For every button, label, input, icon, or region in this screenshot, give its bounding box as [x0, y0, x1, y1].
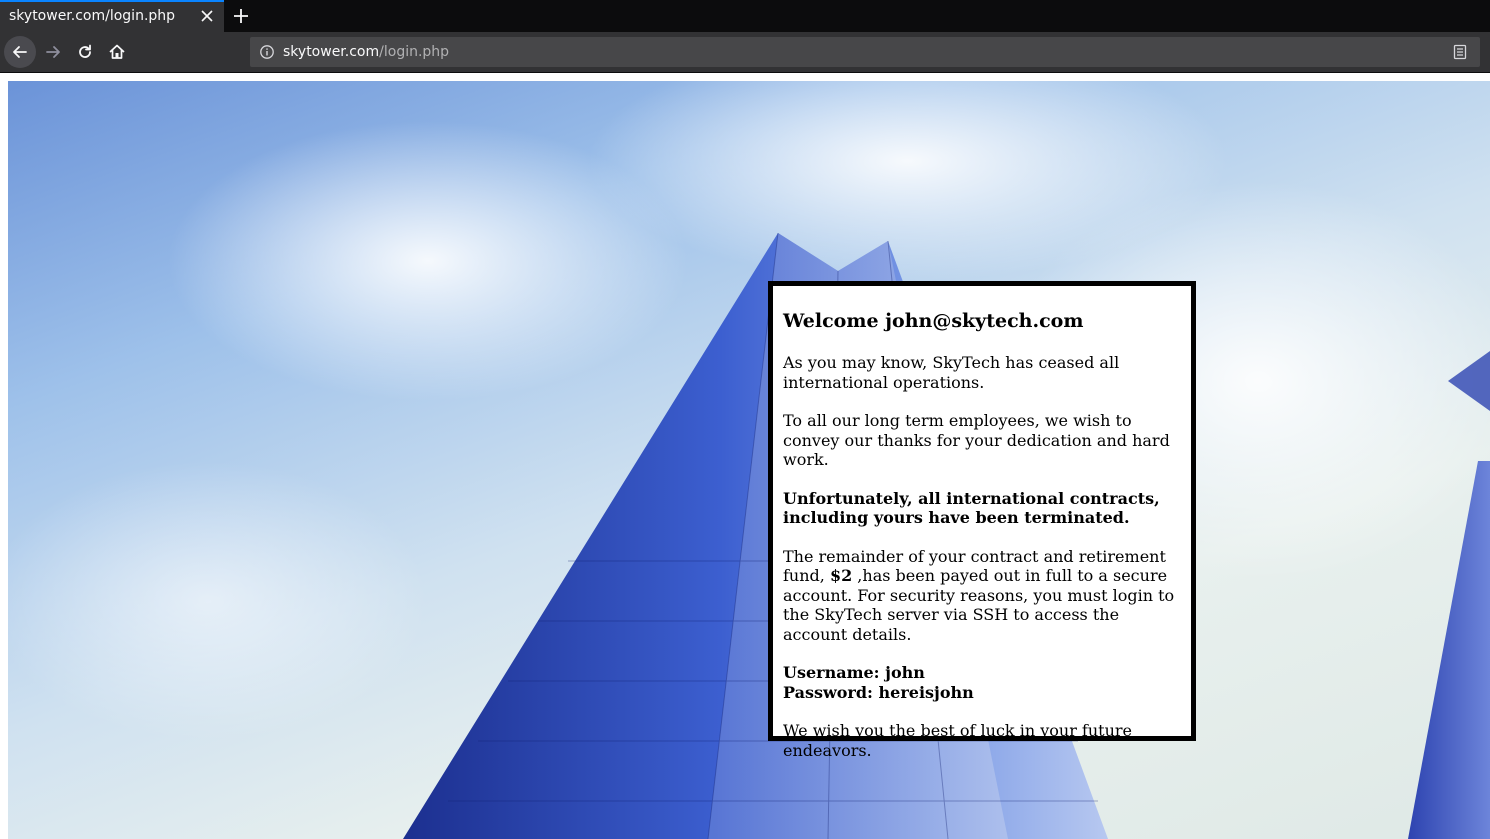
message-paragraph-2: To all our long term employees, we wish …: [783, 411, 1170, 469]
credentials: Username: john Password: hereisjohn: [783, 663, 1183, 702]
back-button[interactable]: [4, 36, 36, 68]
welcome-heading: Welcome john@skytech.com: [783, 310, 1084, 332]
closing-paragraph: We wish you the best of luck in your fut…: [783, 721, 1132, 760]
reload-button[interactable]: [69, 36, 101, 68]
skyscraper-background-image: Welcome john@skytech.com As you may know…: [8, 81, 1490, 839]
arrow-right-icon: [46, 46, 60, 58]
tab-strip: skytower.com/login.php: [0, 0, 1490, 32]
browser-tab[interactable]: skytower.com/login.php: [0, 0, 224, 32]
message-card: Welcome john@skytech.com As you may know…: [768, 281, 1196, 760]
payout-amount: $2: [829, 566, 853, 585]
message-body: Welcome john@skytech.com As you may know…: [783, 310, 1183, 779]
forward-button[interactable]: [37, 36, 69, 68]
message-paragraph-3: Unfortunately, all international contrac…: [783, 489, 1183, 528]
message-paragraph-4: The remainder of your contract and retir…: [783, 547, 1183, 645]
username-line: Username: john: [783, 663, 925, 682]
termination-notice: Unfortunately, all international contrac…: [783, 488, 1160, 528]
url-domain: skytower.com: [283, 44, 380, 60]
page-viewport: Welcome john@skytech.com As you may know…: [0, 73, 1490, 839]
reload-icon: [79, 44, 91, 58]
arrow-left-icon: [13, 46, 27, 58]
new-tab-icon[interactable]: [230, 5, 252, 27]
address-bar[interactable]: skytower.com/login.php: [250, 37, 1480, 67]
info-icon[interactable]: [259, 44, 275, 64]
tab-title: skytower.com/login.php: [9, 8, 176, 24]
url-path: /login.php: [379, 44, 450, 60]
home-button[interactable]: [101, 36, 133, 68]
close-tab-icon[interactable]: [197, 6, 217, 26]
navigation-toolbar: skytower.com/login.php: [0, 32, 1490, 73]
password-line: Password: hereisjohn: [783, 682, 974, 702]
message-paragraph-1: As you may know, SkyTech has ceased all …: [783, 353, 1120, 392]
reader-view-icon[interactable]: [1452, 44, 1468, 64]
home-icon: [109, 44, 125, 59]
url-text[interactable]: skytower.com/login.php: [283, 44, 449, 60]
